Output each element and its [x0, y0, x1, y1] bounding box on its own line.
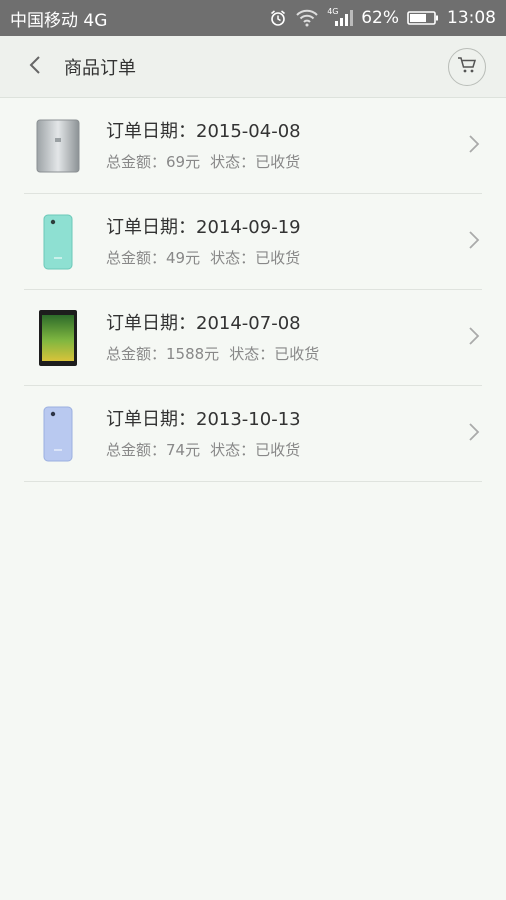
- signal-icon: 4G: [327, 7, 354, 27]
- order-meta: 总金额：74元 状态：已收货: [106, 440, 301, 460]
- order-status: 状态：已收货: [210, 248, 301, 267]
- order-status: 状态：已收货: [210, 440, 301, 459]
- order-list: 订单日期：2015-04-08 总金额：69元 状态：已收货 订单日期：2014-…: [24, 98, 482, 482]
- clock: 13:08: [447, 8, 496, 28]
- alarm-icon: [269, 9, 287, 27]
- network-type-badge: 4G: [327, 7, 339, 16]
- page-title: 商品订单: [64, 57, 136, 79]
- battery-percent: 62%: [361, 8, 399, 28]
- battery-icon: [407, 10, 439, 26]
- chevron-left-icon: [28, 54, 42, 80]
- chevron-right-icon: [468, 230, 480, 254]
- order-row[interactable]: 订单日期：2013-10-13 总金额：74元 状态：已收货: [24, 386, 482, 482]
- chevron-right-icon: [468, 134, 480, 158]
- order-amount: 总金额：49元: [106, 248, 201, 267]
- order-status: 状态：已收货: [229, 344, 320, 363]
- order-info: 订单日期：2013-10-13 总金额：74元 状态：已收货: [106, 408, 301, 460]
- cart-button[interactable]: [448, 48, 486, 86]
- order-meta: 总金额：69元 状态：已收货: [106, 152, 301, 172]
- status-bar: 中国移动 4G 4G 62% 13:08: [0, 0, 506, 36]
- order-amount: 总金额：1588元: [106, 344, 220, 363]
- back-button[interactable]: [10, 36, 60, 98]
- order-info: 订单日期：2015-04-08 总金额：69元 状态：已收货: [106, 120, 301, 172]
- order-amount: 总金额：74元: [106, 440, 201, 459]
- order-meta: 总金额：1588元 状态：已收货: [106, 344, 319, 364]
- product-thumbnail: [26, 114, 90, 178]
- cart-icon: [457, 56, 477, 78]
- product-thumbnail: [26, 306, 90, 370]
- order-date: 订单日期：2015-04-08: [106, 120, 301, 142]
- order-row[interactable]: 订单日期：2014-09-19 总金额：49元 状态：已收货: [24, 194, 482, 290]
- status-icons: 4G 62% 13:08: [269, 7, 496, 28]
- product-thumbnail: [26, 402, 90, 466]
- product-thumbnail: [26, 210, 90, 274]
- order-info: 订单日期：2014-09-19 总金额：49元 状态：已收货: [106, 216, 301, 268]
- order-date: 订单日期：2014-07-08: [106, 312, 301, 334]
- order-meta: 总金额：49元 状态：已收货: [106, 248, 301, 268]
- wifi-icon: [295, 9, 319, 27]
- order-amount: 总金额：69元: [106, 152, 201, 171]
- order-row[interactable]: 订单日期：2015-04-08 总金额：69元 状态：已收货: [24, 98, 482, 194]
- chevron-right-icon: [468, 422, 480, 446]
- app-header: 商品订单: [0, 36, 506, 98]
- order-row[interactable]: 订单日期：2014-07-08 总金额：1588元 状态：已收货: [24, 290, 482, 386]
- carrier-label: 中国移动 4G: [10, 10, 108, 31]
- chevron-right-icon: [468, 326, 480, 350]
- order-info: 订单日期：2014-07-08 总金额：1588元 状态：已收货: [106, 312, 319, 364]
- order-date: 订单日期：2014-09-19: [106, 216, 301, 238]
- order-status: 状态：已收货: [210, 152, 301, 171]
- order-date: 订单日期：2013-10-13: [106, 408, 301, 430]
